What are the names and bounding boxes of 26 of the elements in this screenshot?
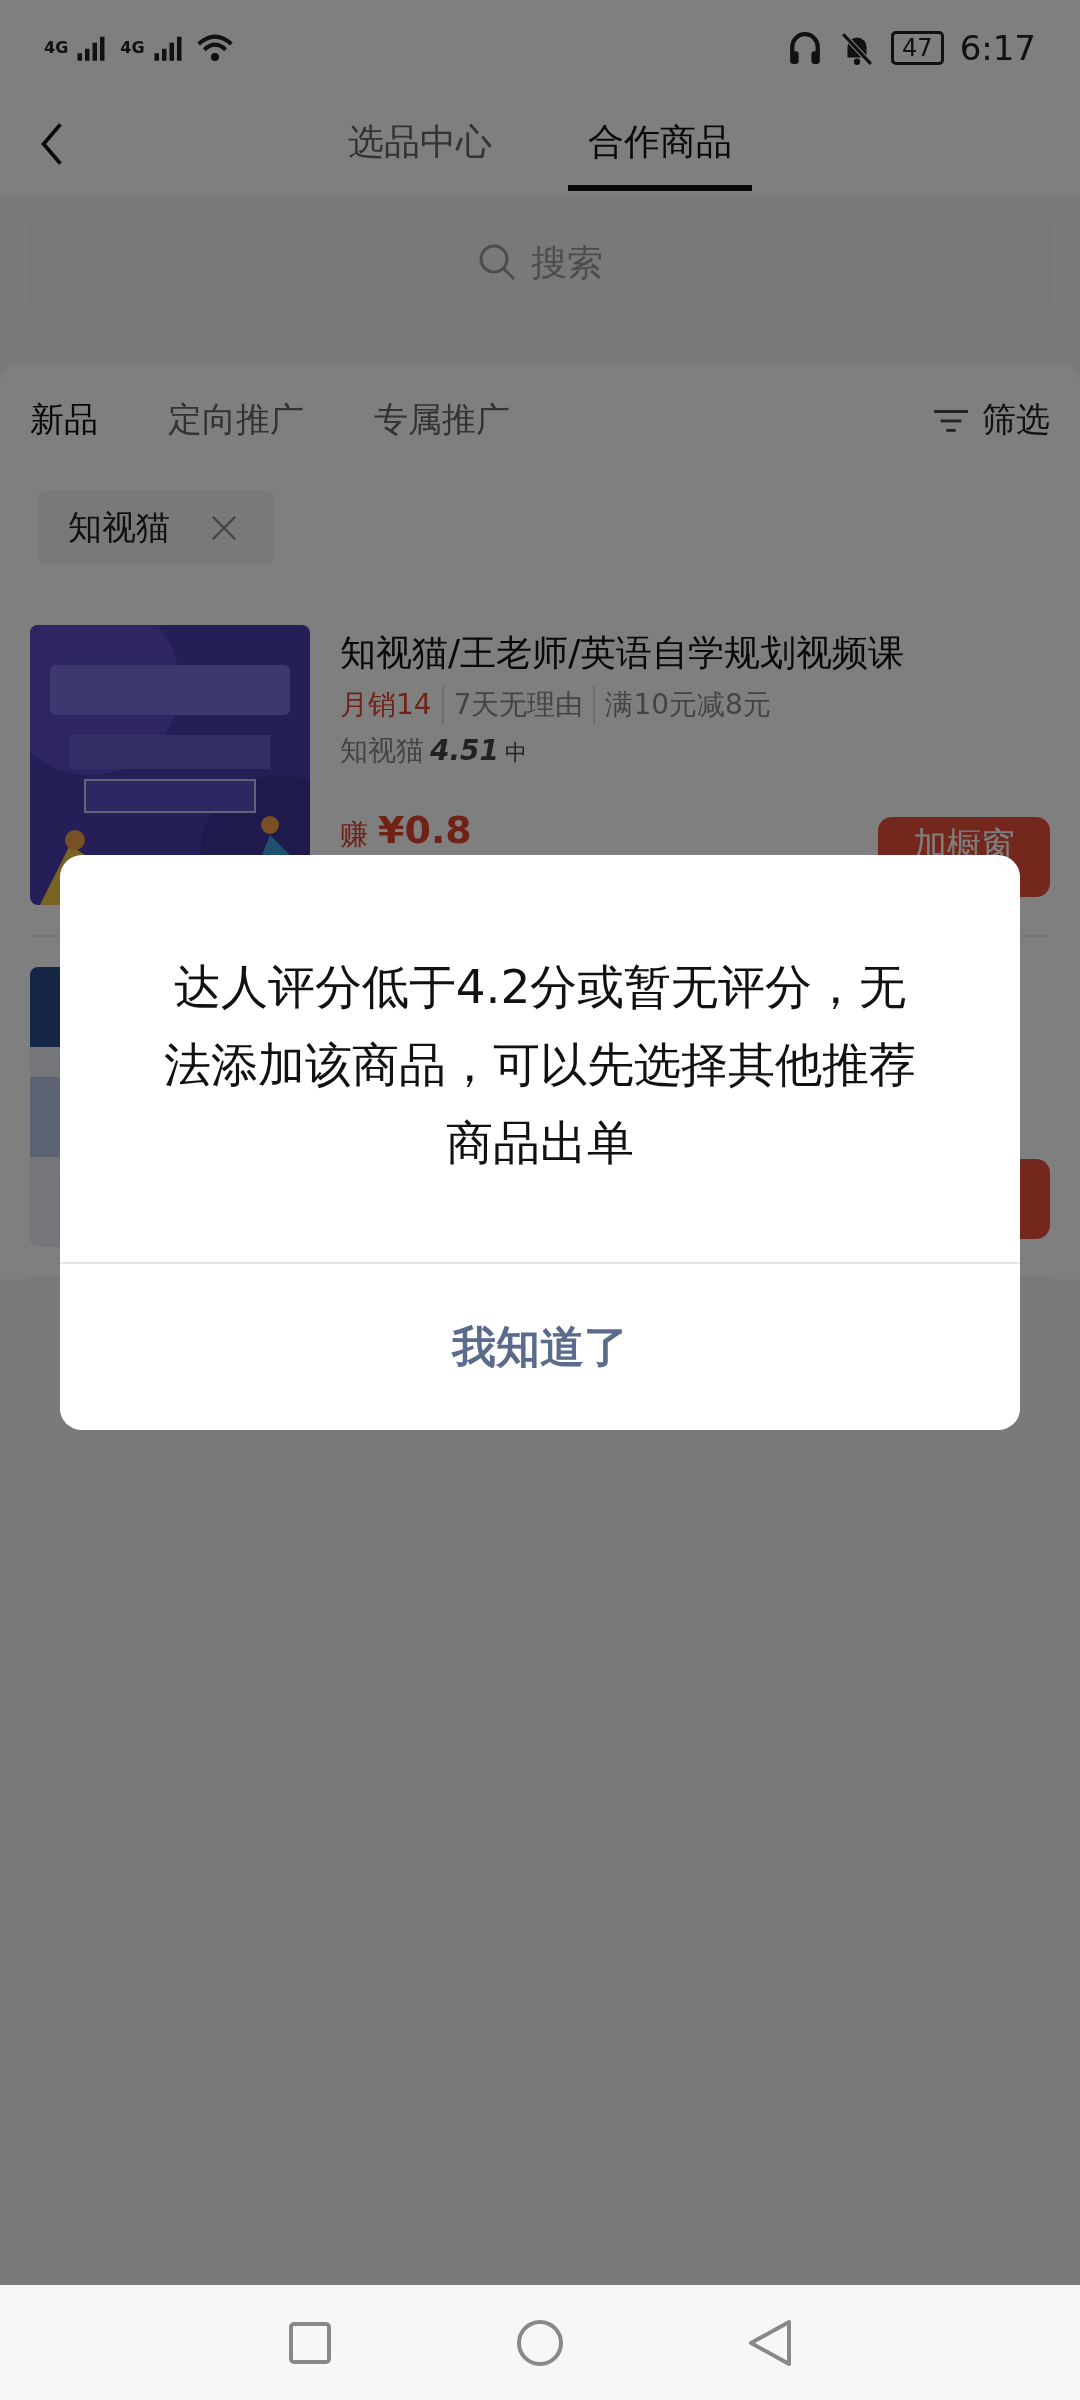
product-title[interactable]: 知视猫/王老师/英语自学规划视频课 [340, 629, 1050, 678]
network-label: 4G [44, 38, 69, 57]
header-tab[interactable]: 合作商品 [568, 99, 752, 191]
battery-indicator: 47 [891, 30, 944, 65]
filter-tab[interactable]: 定向推广 [168, 397, 304, 443]
filter-chip[interactable]: 知视猫 [38, 490, 274, 565]
filter-tab[interactable]: 专属推广 [374, 397, 510, 443]
signal-icon [152, 34, 183, 61]
filter-button[interactable]: 筛选 [932, 397, 1050, 443]
wifi-icon [196, 33, 233, 62]
commission-price: ¥0.8 [378, 811, 472, 849]
monthly-sales: 月销14 [340, 687, 432, 723]
close-icon[interactable] [210, 513, 238, 542]
earn-label: 赚 [340, 821, 368, 849]
network-label: 4G [120, 38, 145, 57]
search-icon [477, 242, 517, 282]
signal-icon [76, 34, 107, 61]
header-tab[interactable]: 选品中心 [328, 99, 512, 191]
shop-score: 4.51 [430, 734, 500, 767]
filter-tab[interactable]: 新品 [30, 397, 98, 443]
shop-name: 知视猫 [340, 733, 424, 769]
clock-time: 6:17 [959, 27, 1036, 68]
home-icon[interactable] [515, 2317, 565, 2368]
score-level: 中 [505, 739, 528, 767]
product-tag: 满10元减8元 [593, 686, 771, 724]
product-tag: 7天无理由 [441, 686, 584, 724]
